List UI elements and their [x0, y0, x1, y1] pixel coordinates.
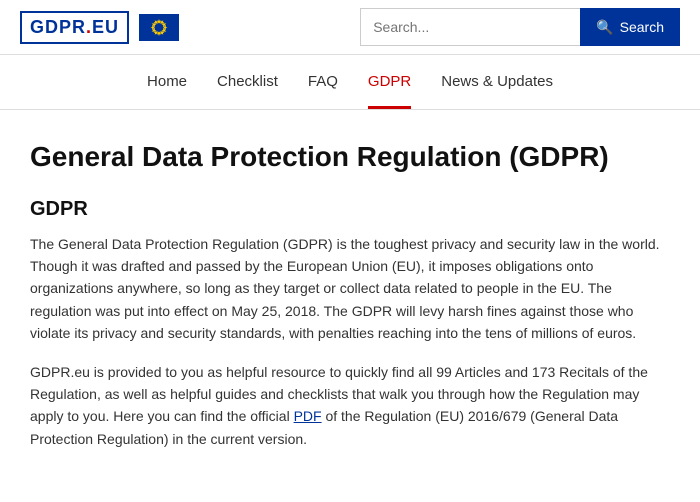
search-icon: 🔍	[596, 19, 613, 36]
main-content: General Data Protection Regulation (GDPR…	[0, 110, 700, 496]
pdf-link[interactable]: PDF	[294, 408, 322, 424]
logo: GDPR.EU	[20, 11, 129, 44]
search-button-label: Search	[620, 19, 664, 35]
logo-text: GDPR.EU	[30, 17, 119, 37]
main-nav: Home Checklist FAQ GDPR News & Updates	[0, 55, 700, 110]
nav-item-faq[interactable]: FAQ	[308, 73, 338, 109]
section-heading: GDPR	[30, 198, 670, 221]
header: GDPR.EU	[0, 0, 700, 55]
nav-item-home[interactable]: Home	[147, 73, 187, 109]
paragraph-1: The General Data Protection Regulation (…	[30, 233, 670, 345]
page-title: General Data Protection Regulation (GDPR…	[30, 140, 670, 174]
eu-flag-icon	[139, 14, 179, 41]
search-input[interactable]	[360, 8, 580, 46]
nav-item-gdpr[interactable]: GDPR	[368, 73, 411, 109]
nav-item-news[interactable]: News & Updates	[441, 73, 553, 109]
paragraph-2: GDPR.eu is provided to you as helpful re…	[30, 361, 670, 451]
nav-item-checklist[interactable]: Checklist	[217, 73, 278, 109]
logo-area: GDPR.EU	[20, 11, 179, 44]
search-button[interactable]: 🔍 Search	[580, 8, 680, 46]
search-area: 🔍 Search	[360, 8, 680, 46]
